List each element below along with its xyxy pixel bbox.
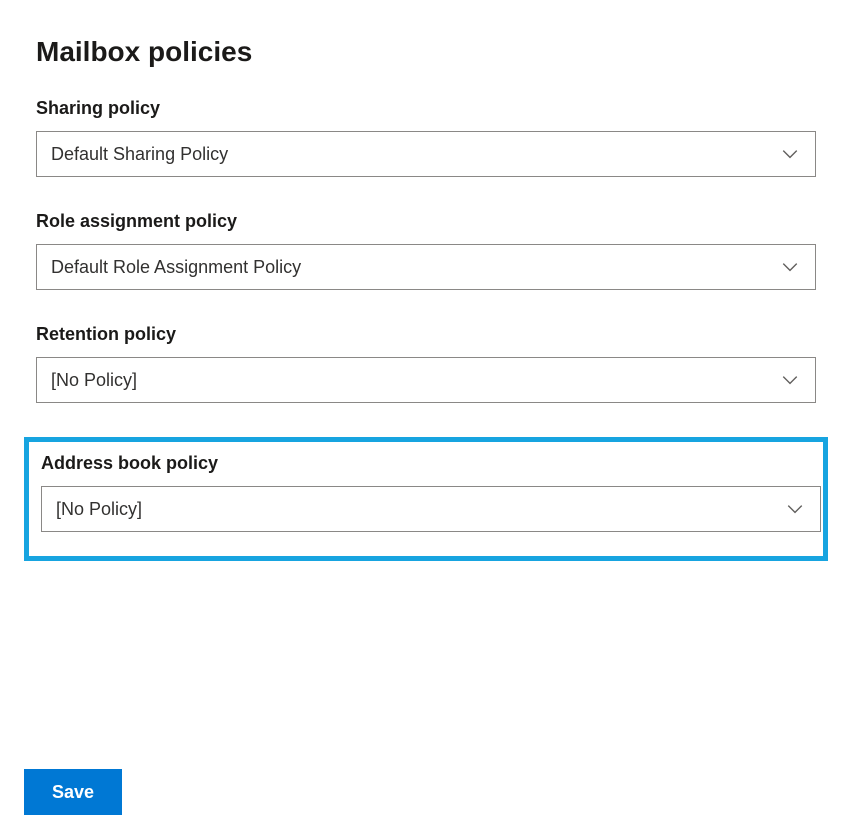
role-assignment-policy-value: Default Role Assignment Policy — [51, 257, 779, 278]
sharing-policy-field: Sharing policy Default Sharing Policy — [36, 98, 809, 177]
address-book-policy-dropdown[interactable]: [No Policy] — [41, 486, 821, 532]
retention-policy-field: Retention policy [No Policy] — [36, 324, 809, 403]
retention-policy-dropdown[interactable]: [No Policy] — [36, 357, 816, 403]
mailbox-policies-panel: Mailbox policies Sharing policy Default … — [0, 0, 845, 561]
retention-policy-label: Retention policy — [36, 324, 809, 345]
role-assignment-policy-label: Role assignment policy — [36, 211, 809, 232]
sharing-policy-value: Default Sharing Policy — [51, 144, 779, 165]
retention-policy-value: [No Policy] — [51, 370, 779, 391]
address-book-policy-value: [No Policy] — [56, 499, 784, 520]
address-book-policy-field: Address book policy [No Policy] — [37, 453, 813, 532]
address-book-policy-highlight: Address book policy [No Policy] — [24, 437, 828, 561]
save-button[interactable]: Save — [24, 769, 122, 815]
chevron-down-icon — [779, 143, 801, 165]
role-assignment-policy-dropdown[interactable]: Default Role Assignment Policy — [36, 244, 816, 290]
sharing-policy-label: Sharing policy — [36, 98, 809, 119]
address-book-policy-label: Address book policy — [41, 453, 813, 474]
page-title: Mailbox policies — [36, 36, 809, 68]
sharing-policy-dropdown[interactable]: Default Sharing Policy — [36, 131, 816, 177]
chevron-down-icon — [779, 369, 801, 391]
chevron-down-icon — [784, 498, 806, 520]
role-assignment-policy-field: Role assignment policy Default Role Assi… — [36, 211, 809, 290]
chevron-down-icon — [779, 256, 801, 278]
